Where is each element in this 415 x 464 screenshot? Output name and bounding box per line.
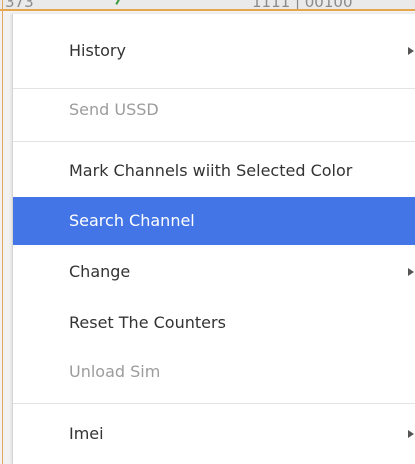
submenu-arrow-icon (408, 268, 414, 276)
menu-item-reset-counters[interactable]: Reset The Counters (13, 299, 415, 347)
window-border-top (0, 9, 415, 11)
submenu-arrow-icon (408, 430, 414, 438)
menu-item-label: Unload Sim (69, 362, 161, 381)
menu-item-change[interactable]: Change (13, 248, 415, 296)
menu-item-unload-sim: Unload Sim (13, 348, 415, 396)
menu-item-label: Send USSD (69, 100, 159, 119)
submenu-arrow-icon (408, 47, 414, 55)
menu-item-label: Mark Channels wiith Selected Color (69, 161, 353, 180)
context-menu: History Send USSD Mark Channels wiith Se… (12, 14, 415, 464)
window-border-left (2, 0, 3, 464)
menu-separator (13, 403, 415, 404)
menu-item-label: History (69, 41, 126, 60)
menu-item-history[interactable]: History (13, 27, 415, 75)
checkmark-icon (111, 0, 123, 5)
menu-item-imei[interactable]: Imei (13, 410, 415, 458)
menu-item-send-ussd: Send USSD (13, 86, 415, 134)
menu-separator (13, 141, 415, 142)
menu-item-search-channel[interactable]: Search Channel (13, 197, 415, 245)
menu-item-label: Imei (69, 424, 104, 443)
menu-item-label: Search Channel (69, 211, 195, 230)
menu-item-label: Reset The Counters (69, 313, 226, 332)
menu-item-label: Change (69, 262, 131, 281)
menu-item-mark-channels[interactable]: Mark Channels wiith Selected Color (13, 147, 415, 195)
